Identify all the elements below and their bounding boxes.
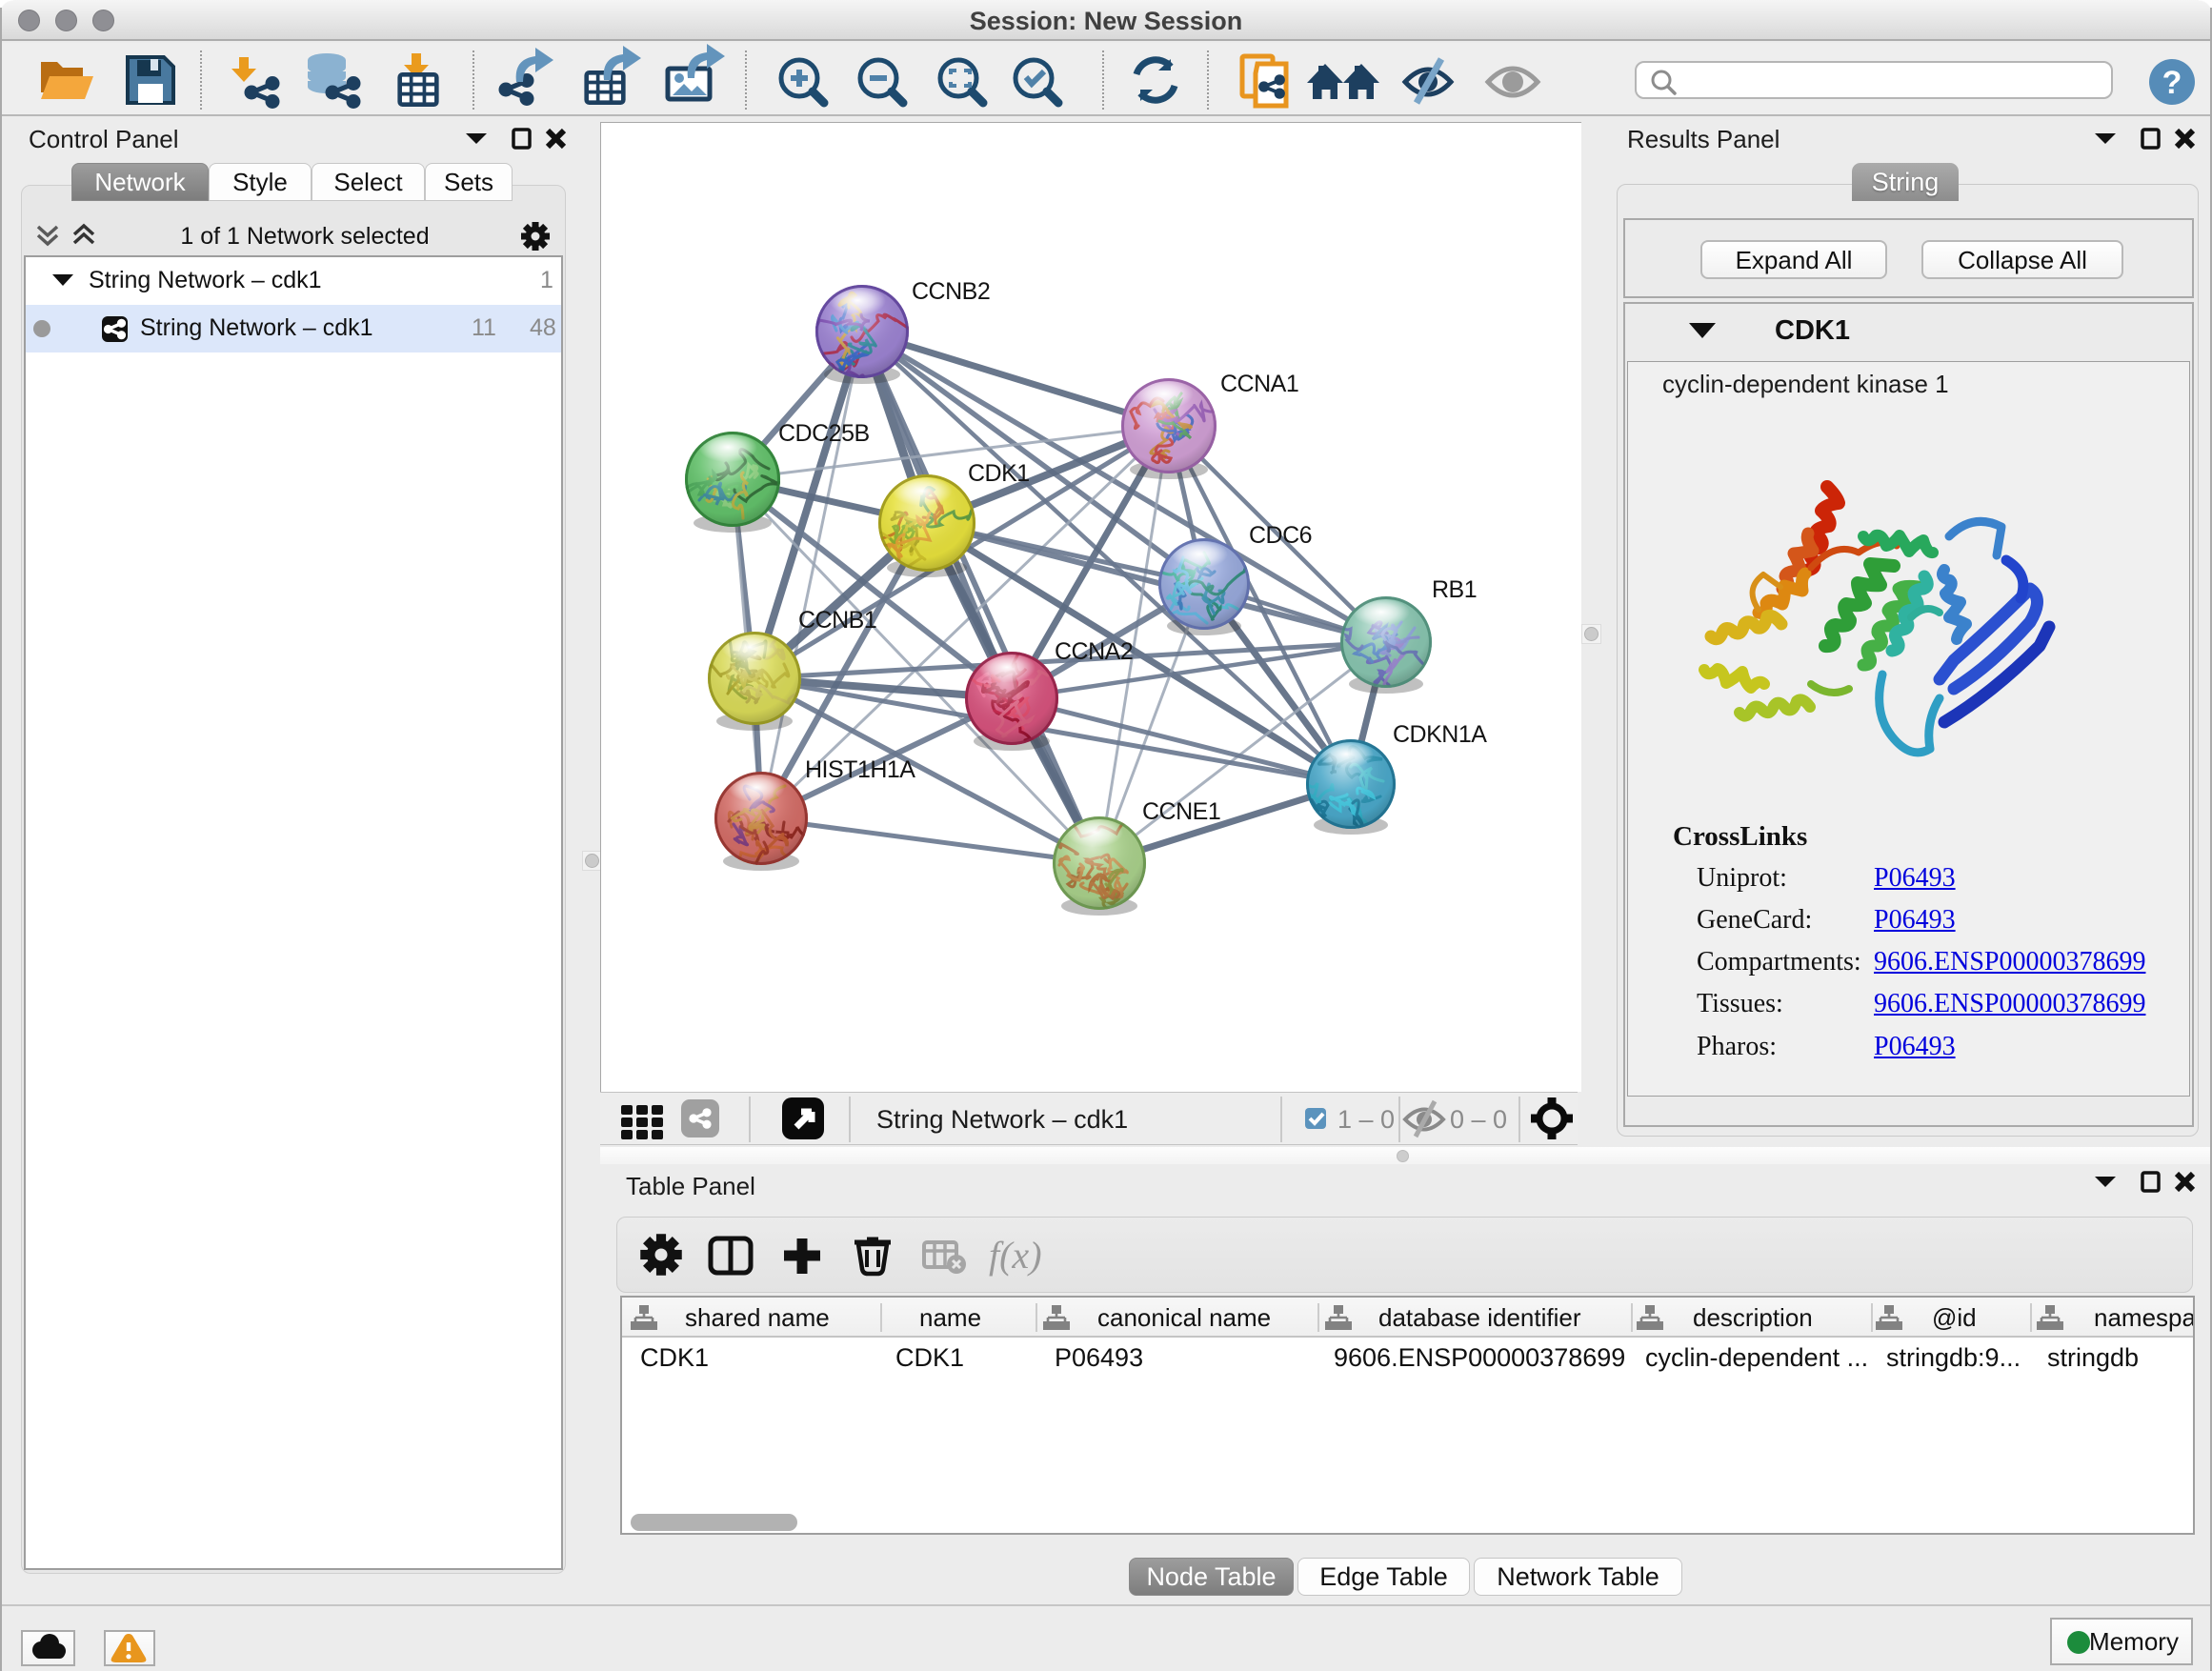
svg-text:f(x): f(x): [989, 1234, 1042, 1277]
svg-text:CDKN1A: CDKN1A: [1393, 721, 1487, 748]
svg-text:CCNB1: CCNB1: [798, 607, 876, 634]
svg-text:CCNA2: CCNA2: [1055, 638, 1133, 665]
svg-text:CDC25B: CDC25B: [778, 420, 870, 447]
svg-text:RB1: RB1: [1432, 576, 1477, 603]
svg-text:HIST1H1A: HIST1H1A: [805, 756, 915, 783]
svg-text:CDK1: CDK1: [968, 460, 1030, 487]
svg-text:CCNE1: CCNE1: [1142, 798, 1220, 825]
svg-text:CDC6: CDC6: [1249, 522, 1312, 549]
svg-text:?: ?: [2162, 65, 2182, 101]
svg-text:CCNB2: CCNB2: [912, 278, 990, 305]
svg-text:CCNA1: CCNA1: [1220, 371, 1298, 397]
